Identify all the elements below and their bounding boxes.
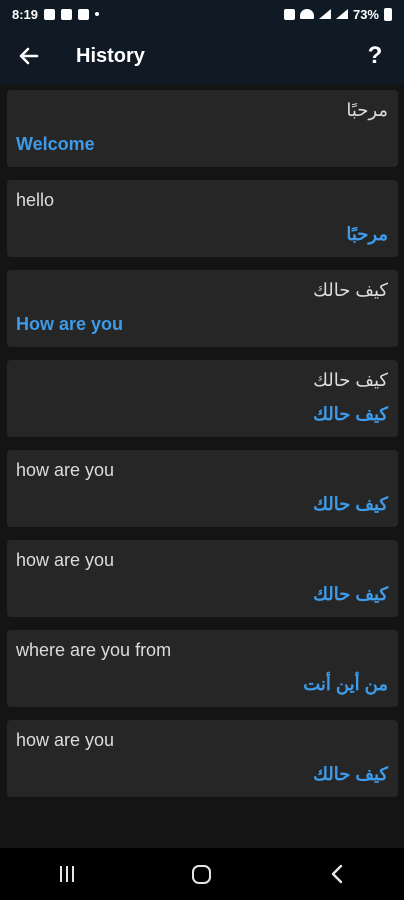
source-text: كيف حالك xyxy=(313,370,388,390)
history-item[interactable]: كيف حالك كيف حالك xyxy=(7,360,398,437)
translation-text: How are you xyxy=(16,314,124,334)
status-bar: 8:19 73% xyxy=(0,0,404,28)
history-item[interactable]: how are you كيف حالك xyxy=(7,450,398,527)
translation-text: كيف حالك xyxy=(313,494,388,514)
translation-text: كيف حالك xyxy=(313,764,388,784)
history-item[interactable]: كيف حالك How are you xyxy=(7,270,398,347)
source-text: hello xyxy=(16,190,55,210)
home-icon xyxy=(192,864,212,884)
app-notification-icon xyxy=(78,8,90,20)
app-bar: History ? xyxy=(0,28,404,84)
more-notifications-dot-icon xyxy=(95,12,100,16)
battery-icon xyxy=(384,7,392,21)
system-back-button[interactable] xyxy=(307,852,367,896)
translation-text: مرحبًا xyxy=(346,224,388,244)
history-item[interactable]: مرحبًا Welcome xyxy=(7,90,398,167)
history-item[interactable]: hello مرحبًا xyxy=(7,180,398,257)
history-item[interactable]: how are you كيف حالك xyxy=(7,540,398,617)
status-time: 8:19 xyxy=(12,6,39,22)
source-text: how are you xyxy=(16,730,115,750)
source-text: how are you xyxy=(16,460,115,480)
back-icon xyxy=(331,864,342,884)
history-item[interactable]: where are you from من أين أنت xyxy=(7,630,398,707)
alarm-icon xyxy=(283,8,295,20)
battery-percent: 73% xyxy=(352,6,379,22)
back-button[interactable] xyxy=(0,28,58,84)
translation-text: كيف حالك xyxy=(313,404,388,424)
translation-text: كيف حالك xyxy=(313,584,388,604)
arrow-left-icon xyxy=(19,47,39,65)
translation-text: من أين أنت xyxy=(303,674,388,694)
help-button[interactable]: ? xyxy=(346,28,404,84)
recent-apps-button[interactable] xyxy=(37,852,97,896)
recent-apps-icon xyxy=(60,866,75,882)
home-button[interactable] xyxy=(172,852,232,896)
source-text: مرحبًا xyxy=(346,100,388,120)
source-text: كيف حالك xyxy=(313,280,388,300)
history-list: مرحبًا Welcome hello مرحبًا كيف حالك How… xyxy=(7,90,398,797)
signal-icon-2 xyxy=(335,9,348,19)
history-item[interactable]: how are you كيف حالك xyxy=(7,720,398,797)
signal-icon xyxy=(318,9,331,19)
source-text: how are you xyxy=(16,550,115,570)
page-title: History xyxy=(76,44,145,67)
translation-text: Welcome xyxy=(16,134,95,154)
gallery-notification-icon xyxy=(44,8,56,20)
cast-notification-icon xyxy=(61,8,73,20)
system-nav-bar xyxy=(0,848,404,900)
source-text: where are you from xyxy=(16,640,172,660)
wifi-icon xyxy=(299,9,314,19)
